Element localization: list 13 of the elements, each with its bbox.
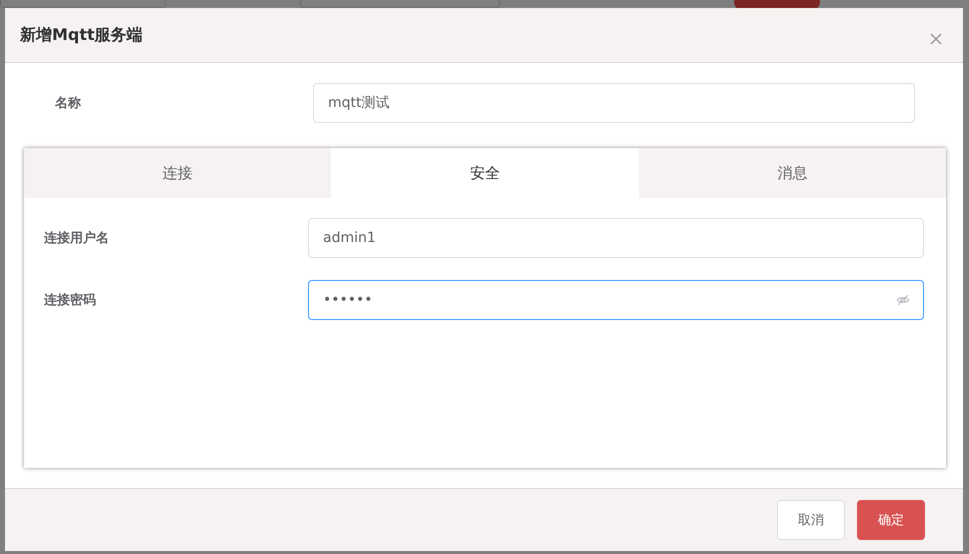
close-icon[interactable] xyxy=(930,33,942,45)
field-label: 名称 xyxy=(54,95,82,112)
text-field[interactable]: admin1 xyxy=(308,218,924,258)
field-label: 连接密码 xyxy=(44,292,97,309)
confirm-button[interactable]: 确定 xyxy=(857,500,925,540)
name-field[interactable]: mqtt测试 xyxy=(313,83,915,123)
password-field[interactable]: •••••• xyxy=(308,280,924,320)
tab[interactable]: 连接 xyxy=(24,148,332,198)
field-label: 连接用户名 xyxy=(44,230,110,247)
cancel-button[interactable]: 取消 xyxy=(777,500,845,540)
tab[interactable]: 消息 xyxy=(638,148,946,198)
dialog-title: 新增Mqtt服务端 xyxy=(20,24,143,46)
eye-slash-icon[interactable] xyxy=(896,293,910,307)
